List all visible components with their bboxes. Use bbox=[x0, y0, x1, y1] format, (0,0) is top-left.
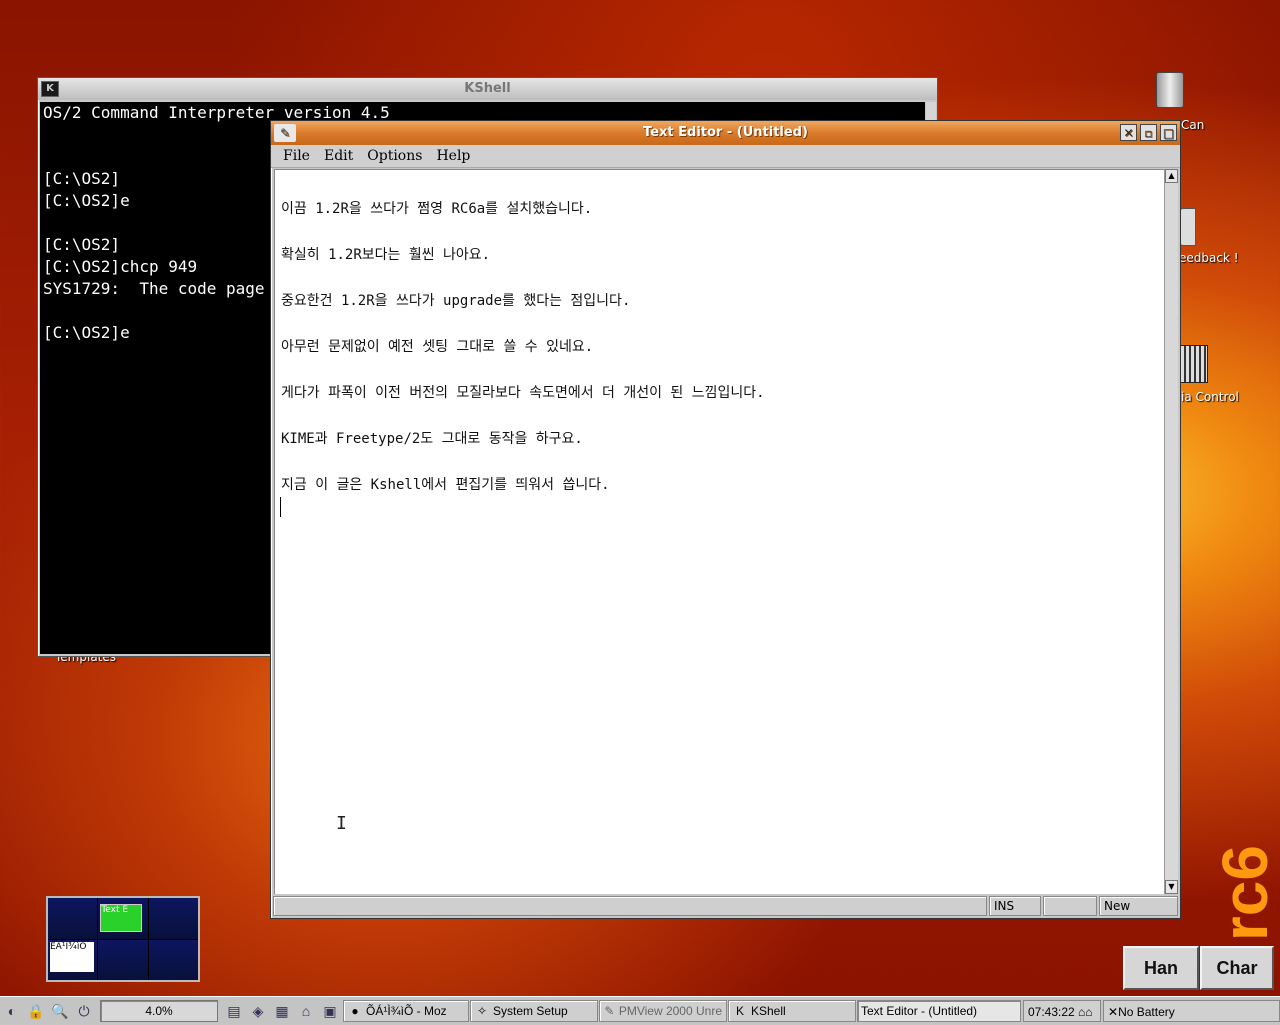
home-icon[interactable]: ⌂ bbox=[296, 1001, 316, 1021]
taskbar: ◐ 🔒 🔍 ⏻ 4.0% ▤ ◈ ▦ ⌂ ▣ ● ÕÁ¹Ì¾ìÕ - Moz ✧ S… bbox=[0, 996, 1280, 1025]
ibeam-cursor-icon: I bbox=[336, 813, 347, 834]
editor-menubar: File Edit Options Help bbox=[271, 145, 1180, 168]
clock: 07:43:22 ⌂⌂ bbox=[1023, 1000, 1101, 1022]
menu-options[interactable]: Options bbox=[361, 145, 430, 167]
editor-title: Text Editor - (Untitled) bbox=[643, 125, 808, 140]
os-brand-text: rc6 bbox=[1209, 845, 1280, 942]
minimize-icon[interactable]: ▫ bbox=[1140, 124, 1157, 141]
task-system-setup[interactable]: ✧ System Setup bbox=[470, 1000, 598, 1022]
pager-desktop-4[interactable]: ÈÁ¹Ì¾ìÕ bbox=[48, 939, 98, 980]
ime-char-button[interactable]: Char bbox=[1200, 946, 1274, 990]
status-message bbox=[273, 896, 987, 916]
menu-file[interactable]: File bbox=[277, 145, 318, 167]
editor-line: 아무런 문제없이 예전 셋팅 그대로 쓸 수 있네요. bbox=[281, 339, 594, 355]
pager-desktop-6[interactable] bbox=[148, 939, 198, 980]
task-kshell[interactable]: K KShell bbox=[728, 1000, 856, 1022]
editor-line: KIME과 Freetype/2도 그대로 동작을 하구요. bbox=[281, 431, 583, 447]
pager-thumb-editor: Text E bbox=[100, 904, 143, 932]
status-blank bbox=[1043, 896, 1097, 916]
editor-vertical-scrollbar[interactable]: ▲ ▼ bbox=[1164, 169, 1178, 894]
kshell-system-menu-icon[interactable]: K bbox=[41, 81, 59, 97]
editor-text-area[interactable]: 이끔 1.2R을 쓰다가 쩜영 RC6a를 설치했습니다. 확실히 1.2R보다… bbox=[274, 169, 1164, 894]
firefox-icon: ● bbox=[351, 1004, 359, 1018]
virtual-desktop-pager[interactable]: Text E ÈÁ¹Ì¾ìÕ bbox=[46, 896, 200, 982]
pmview-icon: ✎ bbox=[604, 1004, 615, 1018]
editor-line: 지금 이 글은 Kshell에서 편집기를 띄워서 씁니다. bbox=[281, 477, 610, 493]
text-editor-window[interactable]: ✎ Text Editor - (Untitled) ✕ ▫ □ File Ed… bbox=[270, 120, 1181, 919]
status-insert-mode: INS bbox=[989, 896, 1041, 916]
editor-line: 게다가 파폭이 이전 버전의 모질라보다 속도면에서 더 개선이 된 느낌입니다… bbox=[281, 385, 765, 401]
task-browser[interactable]: ● ÕÁ¹Ì¾ìÕ - Moz bbox=[343, 1000, 469, 1022]
ecs-menu-icon[interactable]: ◐ bbox=[2, 1001, 22, 1021]
power-icon[interactable]: ⏻ bbox=[74, 1001, 94, 1021]
editor-line: 확실히 1.2R보다는 훨씬 나아요. bbox=[281, 247, 491, 263]
network-icon[interactable]: ◈ bbox=[248, 1001, 268, 1021]
editor-line: 이끔 1.2R을 쓰다가 쩜영 RC6a를 설치했습니다. bbox=[281, 201, 593, 217]
cpu-meter: 4.0% bbox=[100, 1000, 218, 1022]
lock-icon[interactable]: 🔒 bbox=[26, 1001, 46, 1021]
maximize-icon[interactable]: □ bbox=[1160, 124, 1177, 141]
pager-desktop-3[interactable] bbox=[148, 898, 198, 939]
task-text-editor[interactable]: Text Editor - (Untitled) bbox=[857, 1000, 1021, 1022]
editor-statusbar: INS New bbox=[273, 896, 1178, 916]
battery-icon: ✕ bbox=[1108, 1005, 1119, 1019]
kshell-title: KShell bbox=[464, 81, 511, 96]
search-icon[interactable]: 🔍 bbox=[50, 1001, 70, 1021]
scroll-up-icon[interactable]: ▲ bbox=[1165, 169, 1178, 183]
menu-edit[interactable]: Edit bbox=[318, 145, 361, 167]
multimedia-control-icon[interactable] bbox=[1180, 345, 1208, 383]
tools-icon[interactable]: ▦ bbox=[272, 1001, 292, 1021]
text-caret bbox=[280, 497, 281, 517]
pager-desktop-1[interactable] bbox=[48, 898, 98, 939]
close-icon[interactable]: ✕ bbox=[1120, 124, 1137, 141]
task-pmview[interactable]: ✎ PMView 2000 Unre bbox=[599, 1000, 727, 1022]
ime-han-button[interactable]: Han bbox=[1123, 946, 1199, 990]
multimedia-control-label: ia Control bbox=[1181, 390, 1239, 404]
trash-can-icon[interactable] bbox=[1150, 72, 1190, 108]
editor-line: 중요한건 1.2R을 쓰다가 upgrade를 했다는 점입니다. bbox=[281, 293, 631, 309]
trash-can-label: Can bbox=[1181, 118, 1205, 132]
editor-titlebar[interactable]: ✎ Text Editor - (Untitled) ✕ ▫ □ bbox=[271, 121, 1180, 145]
status-file-state: New bbox=[1099, 896, 1178, 916]
pager-thumb-browser: ÈÁ¹Ì¾ìÕ bbox=[50, 941, 94, 972]
menu-help[interactable]: Help bbox=[430, 145, 478, 167]
terminal-icon[interactable]: ▣ bbox=[320, 1001, 340, 1021]
pager-desktop-5[interactable] bbox=[98, 939, 148, 980]
scroll-down-icon[interactable]: ▼ bbox=[1165, 880, 1178, 894]
pager-desktop-2[interactable]: Text E bbox=[98, 898, 148, 939]
drawer-icon[interactable]: ▤ bbox=[224, 1001, 244, 1021]
editor-system-menu-icon[interactable]: ✎ bbox=[274, 124, 296, 142]
settings-icon: ✧ bbox=[476, 1004, 488, 1018]
battery-status: ✕No Battery bbox=[1103, 1000, 1280, 1022]
kshell-titlebar[interactable]: K KShell bbox=[38, 78, 937, 100]
feedback-label: eedback ! bbox=[1179, 251, 1239, 265]
kshell-icon: K bbox=[735, 1004, 744, 1018]
